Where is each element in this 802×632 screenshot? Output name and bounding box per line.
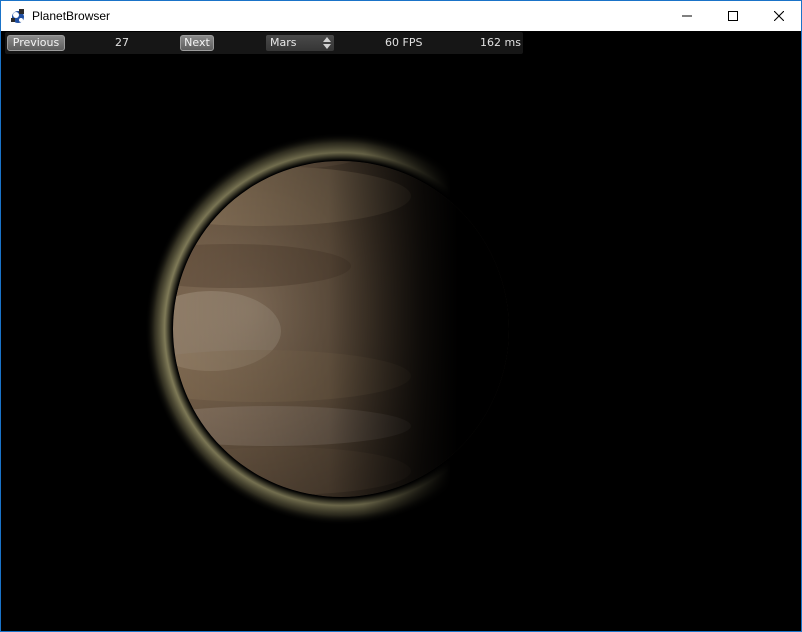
fps-counter: 60 FPS — [385, 36, 423, 49]
planet-select-value: Mars — [270, 36, 297, 49]
render-viewport[interactable] — [1, 31, 801, 631]
planet-render — [145, 133, 537, 525]
close-button[interactable] — [756, 1, 801, 31]
close-icon — [774, 11, 784, 21]
hud-toolbar: Previous 27 Next Mars 60 FPS 162 ms — [5, 32, 523, 54]
planet-index-value: 27 — [115, 36, 129, 49]
maximize-button[interactable] — [710, 1, 756, 31]
previous-button[interactable]: Previous — [7, 35, 65, 51]
title-bar[interactable]: PlanetBrowser — [1, 1, 801, 31]
minimize-button[interactable] — [664, 1, 710, 31]
planet-select[interactable]: Mars — [266, 35, 334, 51]
app-window: PlanetBrowser Previous 27 Next Mars 60 F… — [0, 0, 802, 632]
maximize-icon — [728, 11, 738, 21]
planet-browser-app-icon[interactable] — [10, 8, 26, 24]
planet-body — [173, 161, 509, 497]
next-button[interactable]: Next — [180, 35, 214, 51]
window-title: PlanetBrowser — [32, 9, 111, 23]
updown-arrows-icon — [323, 37, 331, 49]
minimize-icon — [682, 11, 692, 21]
frame-time: 162 ms — [480, 36, 521, 49]
